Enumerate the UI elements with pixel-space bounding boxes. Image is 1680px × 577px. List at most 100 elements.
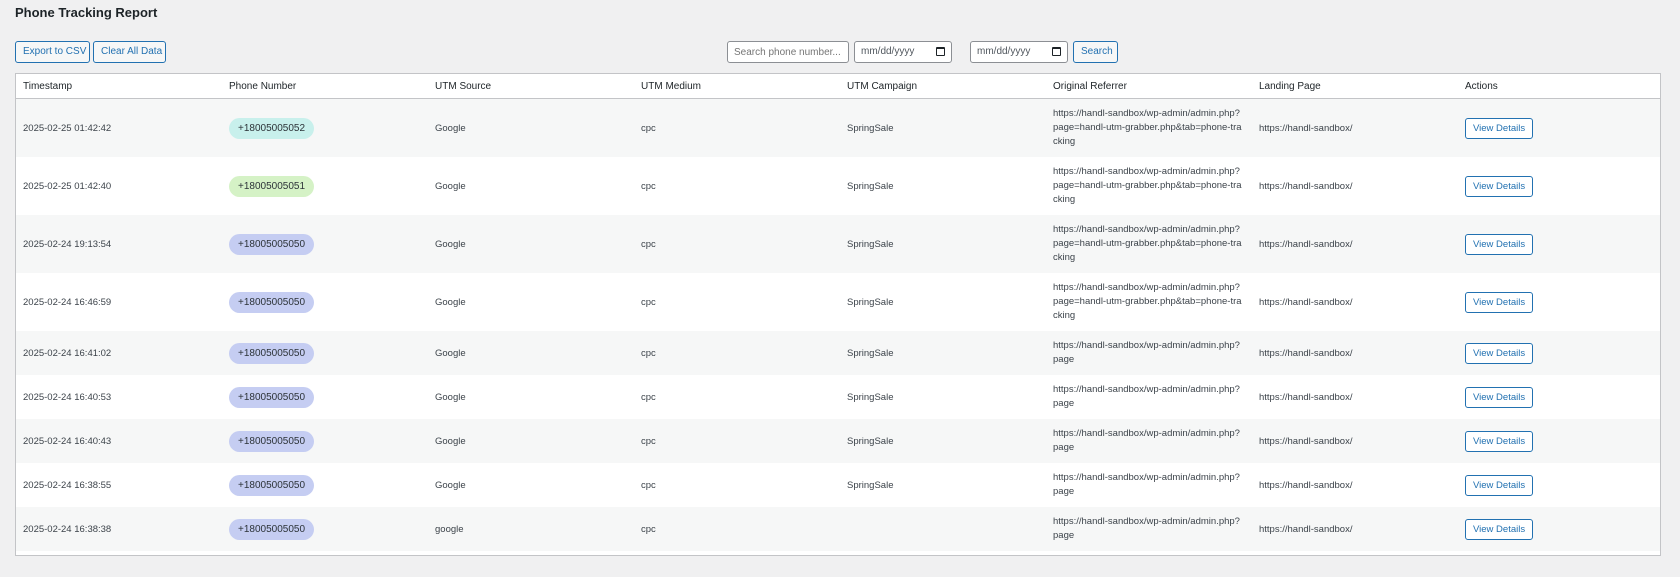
view-details-button[interactable]: View Details — [1465, 518, 1534, 540]
date-from-placeholder: mm/dd/yyyy — [861, 46, 915, 57]
page-title: Phone Tracking Report — [15, 5, 158, 20]
landing-page-cell: https://handl-sandbox/ — [1252, 98, 1458, 157]
timestamp-cell: 2025-02-25 01:42:42 — [16, 98, 222, 157]
actions-cell: View Details — [1458, 375, 1660, 419]
utm-campaign-cell: SpringSale — [840, 375, 1046, 419]
utm-source-cell: Google — [428, 331, 634, 375]
original-referrer-cell: https://handl-sandbox/wp-admin/admin.php… — [1046, 463, 1252, 507]
table-body: 2025-02-25 01:42:42 +18005005052 Google cpc… — [16, 98, 1660, 551]
timestamp-header: Timestamp — [16, 74, 222, 99]
timestamp-cell: 2025-02-24 19:13:54 — [16, 215, 222, 273]
table-row: 2025-02-25 01:42:42 +18005005052 Google cpc… — [16, 98, 1660, 157]
utm-campaign-cell: SpringSale — [840, 331, 1046, 375]
table-row: 2025-02-24 16:38:38 +18005005050 google cpc… — [16, 507, 1660, 551]
landing-page-cell: https://handl-sandbox/ — [1252, 215, 1458, 273]
timestamp-cell: 2025-02-24 16:46:59 — [16, 273, 222, 331]
original-referrer-cell: https://handl-sandbox/wp-admin/admin.php… — [1046, 157, 1252, 215]
calendar-icon[interactable] — [936, 47, 945, 56]
landing-page-header: Landing Page — [1252, 74, 1458, 99]
timestamp-cell: 2025-02-24 16:38:55 — [16, 463, 222, 507]
utm-source-cell: Google — [428, 157, 634, 215]
utm-campaign-cell: SpringSale — [840, 157, 1046, 215]
view-details-button[interactable]: View Details — [1465, 430, 1534, 452]
table-row: 2025-02-24 16:46:59 +18005005050 Google cpc… — [16, 273, 1660, 331]
timestamp-cell: 2025-02-24 16:38:38 — [16, 507, 222, 551]
timestamp-cell: 2025-02-24 16:41:02 — [16, 331, 222, 375]
utm-campaign-cell: SpringSale — [840, 463, 1046, 507]
landing-page-cell: https://handl-sandbox/ — [1252, 273, 1458, 331]
actions-cell: View Details — [1458, 98, 1660, 157]
utm-source-cell: Google — [428, 375, 634, 419]
phone-number-badge: +18005005050 — [229, 291, 315, 313]
phone-number-cell: +18005005050 — [222, 507, 428, 551]
phone-number-badge: +18005005050 — [229, 518, 315, 540]
table-row: 2025-02-24 16:40:43 +18005005050 Google cpc… — [16, 419, 1660, 463]
phone-number-cell: +18005005050 — [222, 215, 428, 273]
phone-tracking-page: Phone Tracking Report Export to CSV Clea… — [0, 0, 1680, 577]
actions-cell: View Details — [1458, 157, 1660, 215]
calendar-icon[interactable] — [1052, 47, 1061, 56]
actions-cell: View Details — [1458, 273, 1660, 331]
export-csv-button[interactable]: Export to CSV — [15, 41, 90, 63]
phone-number-cell: +18005005050 — [222, 331, 428, 375]
table-row: 2025-02-24 16:38:55 +18005005050 Google cpc… — [16, 463, 1660, 507]
utm-medium-cell: cpc — [634, 215, 840, 273]
actions-cell: View Details — [1458, 215, 1660, 273]
phone-search-input[interactable] — [727, 41, 849, 63]
original-referrer-cell: https://handl-sandbox/wp-admin/admin.php… — [1046, 273, 1252, 331]
date-to-input[interactable]: mm/dd/yyyy — [970, 41, 1068, 63]
tracking-table: Timestamp Phone Number UTM Source UTM Mediu… — [16, 74, 1660, 551]
view-details-button[interactable]: View Details — [1465, 291, 1534, 313]
timestamp-cell: 2025-02-25 01:42:40 — [16, 157, 222, 215]
search-button[interactable]: Search — [1073, 41, 1118, 63]
phone-number-cell: +18005005050 — [222, 463, 428, 507]
view-details-button[interactable]: View Details — [1465, 342, 1534, 364]
utm-campaign-header: UTM Campaign — [840, 74, 1046, 99]
actions-cell: View Details — [1458, 419, 1660, 463]
view-details-button[interactable]: View Details — [1465, 175, 1534, 197]
view-details-button[interactable]: View Details — [1465, 117, 1534, 139]
phone-number-badge: +18005005050 — [229, 342, 315, 364]
landing-page-cell: https://handl-sandbox/ — [1252, 507, 1458, 551]
landing-page-cell: https://handl-sandbox/ — [1252, 375, 1458, 419]
utm-campaign-cell: SpringSale — [840, 215, 1046, 273]
utm-medium-cell: cpc — [634, 419, 840, 463]
original-referrer-cell: https://handl-sandbox/wp-admin/admin.php… — [1046, 331, 1252, 375]
table-row: 2025-02-24 19:13:54 +18005005050 Google cpc… — [16, 215, 1660, 273]
table-header-row: Timestamp Phone Number UTM Source UTM Mediu… — [16, 74, 1660, 99]
date-from-input[interactable]: mm/dd/yyyy — [854, 41, 952, 63]
toolbar: Export to CSV Clear All Data mm/dd/yyyy … — [15, 41, 1665, 63]
timestamp-cell: 2025-02-24 16:40:43 — [16, 419, 222, 463]
landing-page-cell: https://handl-sandbox/ — [1252, 419, 1458, 463]
phone-number-cell: +18005005052 — [222, 98, 428, 157]
table-row: 2025-02-25 01:42:40 +18005005051 Google cpc… — [16, 157, 1660, 215]
original-referrer-header: Original Referrer — [1046, 74, 1252, 99]
phone-number-badge: +18005005050 — [229, 474, 315, 496]
utm-medium-header: UTM Medium — [634, 74, 840, 99]
phone-number-cell: +18005005051 — [222, 157, 428, 215]
landing-page-cell: https://handl-sandbox/ — [1252, 331, 1458, 375]
view-details-button[interactable]: View Details — [1465, 386, 1534, 408]
phone-number-badge: +18005005050 — [229, 430, 315, 452]
utm-source-cell: Google — [428, 215, 634, 273]
utm-campaign-cell — [840, 507, 1046, 551]
phone-number-badge: +18005005050 — [229, 386, 315, 408]
actions-cell: View Details — [1458, 507, 1660, 551]
utm-medium-cell: cpc — [634, 463, 840, 507]
phone-number-cell: +18005005050 — [222, 419, 428, 463]
view-details-button[interactable]: View Details — [1465, 233, 1534, 255]
utm-source-cell: Google — [428, 273, 634, 331]
landing-page-cell: https://handl-sandbox/ — [1252, 157, 1458, 215]
utm-campaign-cell: SpringSale — [840, 98, 1046, 157]
clear-all-data-button[interactable]: Clear All Data — [93, 41, 166, 63]
utm-source-cell: Google — [428, 419, 634, 463]
original-referrer-cell: https://handl-sandbox/wp-admin/admin.php… — [1046, 98, 1252, 157]
phone-number-badge: +18005005051 — [229, 175, 315, 197]
utm-medium-cell: cpc — [634, 375, 840, 419]
tracking-table-container: Timestamp Phone Number UTM Source UTM Mediu… — [15, 73, 1661, 556]
timestamp-cell: 2025-02-24 16:40:53 — [16, 375, 222, 419]
view-details-button[interactable]: View Details — [1465, 474, 1534, 496]
utm-source-cell: Google — [428, 463, 634, 507]
phone-number-cell: +18005005050 — [222, 273, 428, 331]
actions-cell: View Details — [1458, 463, 1660, 507]
